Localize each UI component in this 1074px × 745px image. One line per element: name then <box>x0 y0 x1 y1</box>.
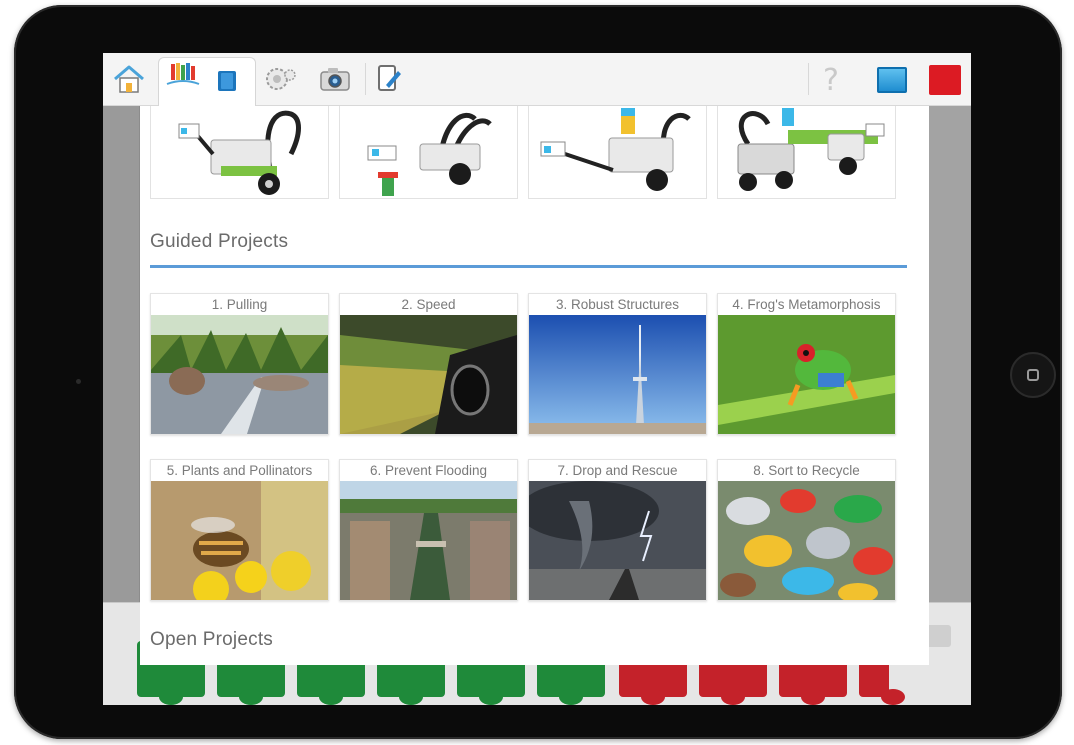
toolbar-separator <box>808 63 809 95</box>
canvas-edge-left <box>103 105 139 665</box>
robot-models-row <box>150 105 910 201</box>
gears-icon <box>266 68 296 90</box>
project-card-plants-and-pollinators[interactable]: 5. Plants and Pollinators <box>150 459 329 601</box>
hardware-home-button[interactable] <box>1010 352 1056 398</box>
projects-library-icon <box>166 63 200 85</box>
project-thumbnail <box>529 481 706 600</box>
gears-button[interactable] <box>263 61 299 97</box>
project-library-panel: Guided Projects 1. Pulling 2. Speed 3. R… <box>140 105 929 665</box>
project-card-speed[interactable]: 2. Speed <box>339 293 518 435</box>
project-thumbnail <box>529 315 706 434</box>
tablet-icon <box>378 65 401 91</box>
robot-model-image <box>737 108 885 191</box>
project-card-robust-structures[interactable]: 3. Robust Structures <box>528 293 707 435</box>
guided-projects-title: Guided Projects <box>150 231 289 252</box>
project-card-label: 6. Prevent Flooding <box>369 463 488 478</box>
project-card-drop-and-rescue[interactable]: 7. Drop and Rescue <box>528 459 707 601</box>
top-toolbar: ? <box>103 53 971 106</box>
camera-icon <box>320 68 350 91</box>
project-card-label: 3. Robust Structures <box>555 297 680 312</box>
home-icon <box>114 65 144 93</box>
project-thumbnail <box>151 315 328 434</box>
project-card-label: 4. Frog's Metamorphosis <box>732 297 881 312</box>
help-icon[interactable]: ? <box>823 63 839 98</box>
stop-button[interactable] <box>929 65 961 95</box>
book-icon <box>218 71 236 91</box>
project-card-pulling[interactable]: 1. Pulling <box>150 293 329 435</box>
projects-library-button[interactable] <box>165 59 201 95</box>
front-camera <box>76 379 81 384</box>
canvas-edge-right <box>929 105 971 665</box>
robot-model-image <box>367 112 492 196</box>
project-card-prevent-flooding[interactable]: 6. Prevent Flooding <box>339 459 518 601</box>
app-screen: ? Guided Projects 1. Pulling 2. Speed 3.… <box>103 53 971 705</box>
project-thumbnail <box>718 481 895 600</box>
camera-button[interactable] <box>317 61 353 97</box>
robot-model-card[interactable] <box>528 105 707 199</box>
robot-model-card[interactable] <box>150 105 329 199</box>
robot-model-image <box>178 110 301 195</box>
tablet-button[interactable] <box>371 61 407 97</box>
book-button[interactable] <box>209 63 245 99</box>
project-card-frogs-metamorphosis[interactable]: 4. Frog's Metamorphosis <box>717 293 896 435</box>
project-card-label: 8. Sort to Recycle <box>753 463 860 478</box>
section-divider <box>150 265 907 268</box>
project-card-label: 1. Pulling <box>211 297 268 312</box>
project-card-label: 7. Drop and Rescue <box>557 463 678 478</box>
open-projects-title: Open Projects <box>150 629 273 650</box>
toolbar-separator <box>365 63 366 95</box>
project-thumbnail <box>340 481 517 600</box>
robot-model-card[interactable] <box>717 105 896 199</box>
project-thumbnail <box>340 315 517 434</box>
robot-model-image <box>540 108 691 191</box>
project-card-sort-to-recycle[interactable]: 8. Sort to Recycle <box>717 459 896 601</box>
project-card-label: 5. Plants and Pollinators <box>166 463 313 478</box>
project-thumbnail <box>718 315 895 434</box>
project-card-label: 2. Speed <box>401 297 456 312</box>
robot-model-card[interactable] <box>339 105 518 199</box>
home-button[interactable] <box>111 61 147 97</box>
display-mode-button[interactable] <box>877 67 907 93</box>
project-thumbnail <box>151 481 328 600</box>
